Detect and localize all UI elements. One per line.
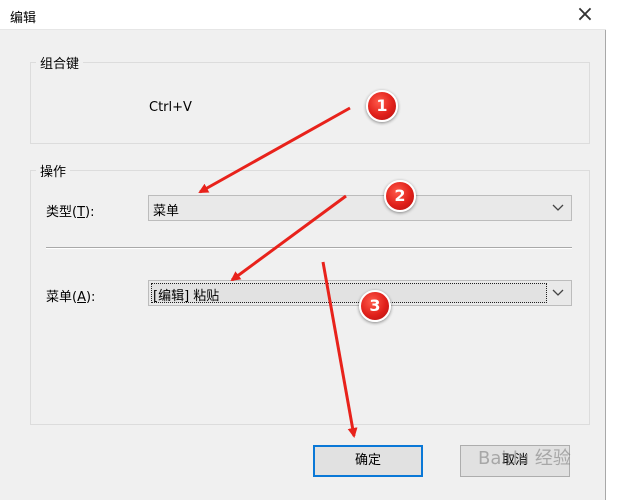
type-dropdown[interactable]: 菜单 xyxy=(148,195,572,221)
title-bar: 编辑 × xyxy=(0,0,606,30)
annotation-marker-2: 2 xyxy=(384,180,416,212)
dialog-title: 编辑 xyxy=(10,11,37,26)
chevron-down-icon xyxy=(552,289,564,296)
type-dropdown-value: 菜单 xyxy=(153,204,180,219)
shortcut-group-label: 组合键 xyxy=(36,53,84,72)
action-group-label: 操作 xyxy=(36,161,71,180)
shortcut-value: Ctrl+V xyxy=(149,100,192,115)
shortcut-group xyxy=(30,62,590,144)
annotation-marker-3: 3 xyxy=(359,290,391,322)
ok-button[interactable]: 确定 xyxy=(313,445,423,477)
menu-label: 菜单(A): xyxy=(46,290,96,305)
menu-dropdown-value: [编辑] 粘贴 xyxy=(153,289,220,304)
annotation-marker-1: 1 xyxy=(366,90,398,122)
separator xyxy=(46,247,572,249)
chevron-down-icon xyxy=(552,204,564,211)
close-icon[interactable]: × xyxy=(572,2,598,28)
type-label: 类型(T): xyxy=(46,205,95,220)
edit-dialog: 编辑 × 组合键 Ctrl+V 操作 类型(T): 菜单 菜单(A): [编辑]… xyxy=(0,0,606,500)
watermark: Baidu 经验 xyxy=(478,448,571,469)
type-access-key: T xyxy=(77,205,86,220)
menu-access-key: A xyxy=(77,290,86,305)
